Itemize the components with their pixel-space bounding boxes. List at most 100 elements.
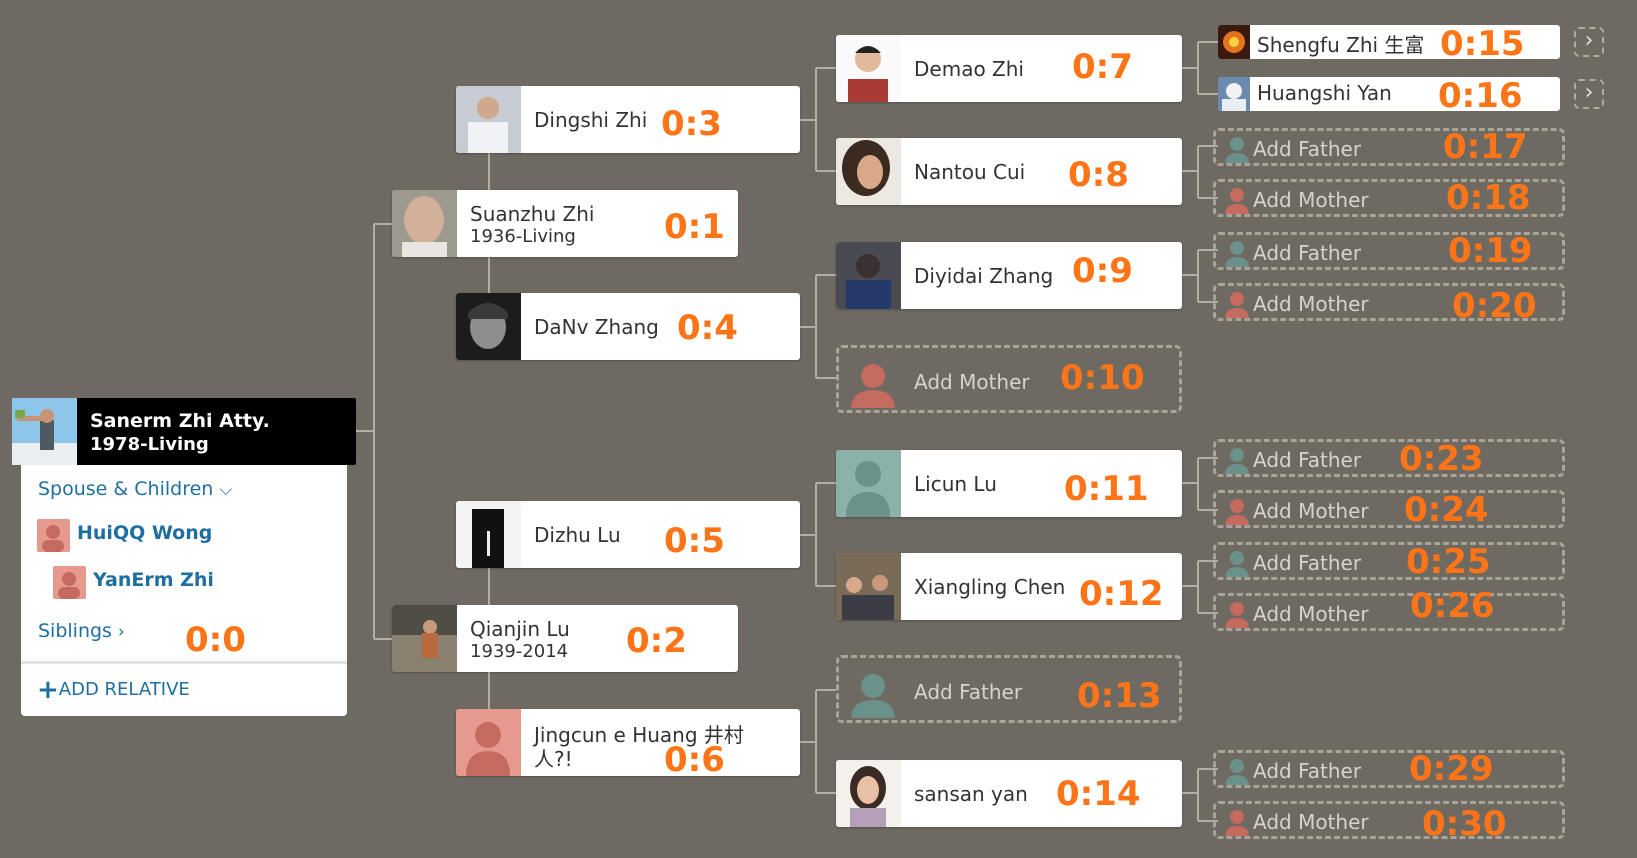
index-tag: 0:19 (1448, 231, 1533, 271)
person-years: 1939-2014 (470, 641, 569, 662)
male-silhouette-icon (1225, 551, 1249, 577)
index-tag: 0:8 (1068, 155, 1129, 195)
person-name[interactable]: Huangshi Yan (1257, 81, 1392, 105)
index-tag: 0:26 (1410, 586, 1495, 626)
index-tag: 0:15 (1440, 24, 1525, 64)
person-name[interactable]: sansan yan (914, 782, 1028, 806)
add-father-slot[interactable]: Add Father (1213, 439, 1565, 477)
index-tag: 0:29 (1409, 749, 1494, 789)
person-photo[interactable] (836, 35, 901, 102)
add-mother-label: Add Mother (914, 370, 1030, 394)
add-mother-label: Add Mother (1253, 292, 1369, 316)
person-photo[interactable] (392, 605, 457, 672)
siblings-toggle[interactable]: Siblings › (38, 620, 125, 642)
person-name[interactable]: Diyidai Zhang (914, 264, 1053, 288)
person-card-nantou[interactable]: Nantou Cui (836, 138, 1182, 205)
person-card-dizhu[interactable]: Dizhu Lu (456, 501, 800, 568)
add-mother-label: Add Mother (1253, 499, 1369, 523)
panel-divider (21, 661, 347, 664)
person-photo[interactable] (392, 190, 457, 257)
add-relative-label: ADD RELATIVE (58, 679, 190, 700)
female-silhouette-icon (847, 356, 899, 412)
person-name[interactable]: DaNv Zhang (534, 315, 659, 339)
add-mother-label: Add Mother (1253, 602, 1369, 626)
female-avatar-icon[interactable] (456, 709, 521, 776)
index-tag: 0:6 (664, 740, 725, 780)
add-father-slot[interactable]: Add Father (1213, 750, 1565, 788)
index-tag: 0:13 (1077, 676, 1162, 716)
person-photo[interactable] (836, 760, 901, 827)
person-photo[interactable] (1218, 25, 1250, 59)
person-card-dingshi[interactable]: Dingshi Zhi (456, 86, 800, 153)
index-tag: 0:24 (1404, 490, 1489, 530)
root-person-card[interactable]: Sanerm Zhi Atty. 1978-Living (12, 398, 356, 465)
add-mother-label: Add Mother (1253, 188, 1369, 212)
person-photo[interactable] (1218, 77, 1250, 111)
spouse-children-toggle[interactable]: Spouse & Children ⌵ (38, 478, 232, 500)
female-silhouette-icon (1225, 602, 1249, 628)
person-name[interactable]: Suanzhu Zhi (470, 202, 594, 226)
person-name[interactable]: Qianjin Lu (470, 617, 570, 641)
person-name[interactable]: Licun Lu (914, 472, 997, 496)
person-name-cont[interactable]: 人?! (534, 743, 573, 772)
female-silhouette-icon (1225, 292, 1249, 318)
person-photo[interactable] (836, 138, 901, 205)
index-tag: 0:3 (661, 104, 722, 144)
person-name[interactable]: Dingshi Zhi (534, 108, 647, 132)
spouse-children-label: Spouse & Children (38, 478, 214, 500)
index-tag: 0:11 (1064, 469, 1149, 509)
add-mother-slot[interactable]: Add Mother (1213, 490, 1565, 528)
male-avatar-icon[interactable] (836, 450, 901, 517)
person-name[interactable]: Dizhu Lu (534, 523, 621, 547)
index-tag: 0:4 (677, 308, 738, 348)
chevron-right-icon[interactable]: › (1574, 79, 1604, 109)
person-name[interactable]: Shengfu Zhi 生富 (1257, 29, 1424, 58)
add-father-label: Add Father (1253, 759, 1362, 783)
male-silhouette-icon (1225, 448, 1249, 474)
siblings-label: Siblings (38, 620, 112, 642)
female-avatar-icon (53, 566, 86, 599)
index-tag: 0:2 (626, 621, 687, 661)
person-photo[interactable] (456, 293, 521, 360)
male-silhouette-icon (1225, 241, 1249, 267)
chevron-right-icon[interactable]: › (1574, 27, 1604, 57)
person-photo[interactable] (456, 501, 521, 568)
male-silhouette-icon (1225, 137, 1249, 163)
index-tag: 0:25 (1406, 542, 1491, 582)
person-photo[interactable] (836, 553, 901, 620)
add-mother-slot[interactable]: Add Mother (1213, 801, 1565, 839)
person-card-jingcun[interactable]: Jingcun e Huang 井村 人?! (456, 709, 800, 776)
plus-icon: + (37, 675, 59, 705)
add-mother-label: Add Mother (1253, 810, 1369, 834)
person-photo[interactable] (836, 242, 901, 309)
index-tag: 0:0 (185, 620, 246, 660)
root-years: 1978-Living (90, 434, 209, 455)
index-tag: 0:23 (1399, 439, 1484, 479)
person-name[interactable]: Xiangling Chen (914, 575, 1065, 599)
index-tag: 0:1 (664, 207, 725, 247)
index-tag: 0:12 (1079, 574, 1164, 614)
person-photo[interactable] (456, 86, 521, 153)
root-name[interactable]: Sanerm Zhi Atty. (90, 410, 270, 432)
add-father-label: Add Father (1253, 137, 1362, 161)
person-card-danv[interactable]: DaNv Zhang (456, 293, 800, 360)
root-photo[interactable] (12, 398, 77, 465)
spouse-link[interactable]: HuiQQ Wong (77, 522, 212, 544)
index-tag: 0:17 (1443, 127, 1528, 167)
male-silhouette-icon (847, 666, 899, 722)
person-name[interactable]: Nantou Cui (914, 160, 1025, 184)
root-relatives-panel: Spouse & Children ⌵ HuiQQ Wong YanErm Zh… (21, 465, 347, 716)
add-mother-slot[interactable]: Add Mother (1213, 593, 1565, 631)
add-father-slot[interactable]: Add Father (1213, 542, 1565, 580)
family-tree: Sanerm Zhi Atty. 1978-Living Spouse & Ch… (0, 0, 1637, 858)
person-name[interactable]: Demao Zhi (914, 57, 1024, 81)
child-link[interactable]: YanErm Zhi (93, 569, 214, 591)
add-father-label: Add Father (1253, 448, 1362, 472)
add-relative-button[interactable]: +ADD RELATIVE (37, 675, 190, 705)
person-years: 1936-Living (470, 226, 576, 247)
chevron-down-icon: ⌵ (219, 480, 233, 500)
chevron-right-icon: › (118, 622, 125, 642)
female-avatar-icon (37, 519, 70, 552)
index-tag: 0:16 (1438, 76, 1523, 116)
female-silhouette-icon (1225, 810, 1249, 836)
